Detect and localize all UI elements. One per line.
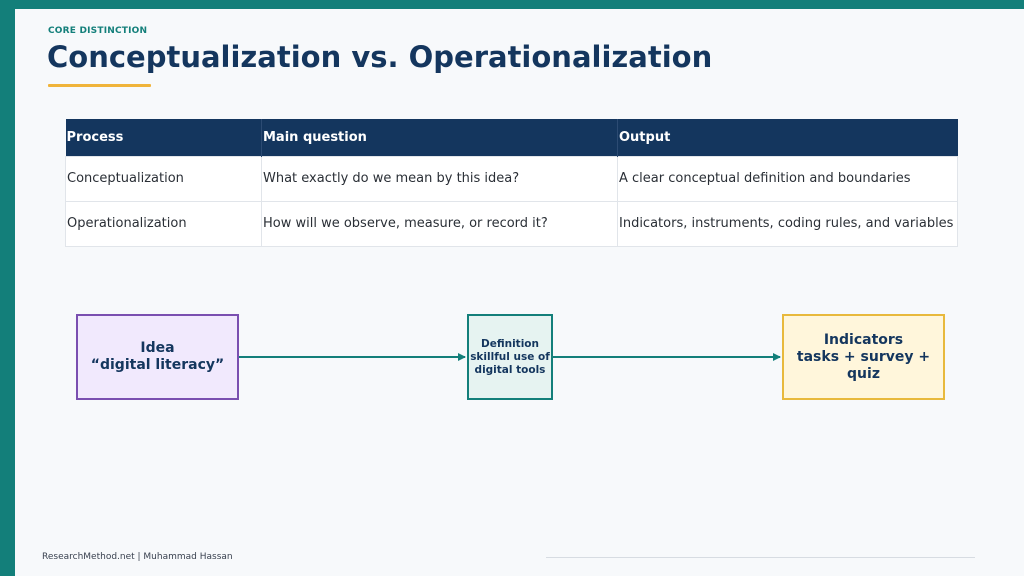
header-process: Process [65, 119, 262, 156]
idea-box: Idea “digital literacy” [76, 314, 239, 400]
idea-term: “digital literacy” [90, 357, 225, 373]
flow-arrows [239, 353, 781, 361]
table-row: Operationalization How will we observe, … [65, 200, 958, 247]
process-table: Process Main question Output Conceptuali… [65, 119, 958, 247]
title-underline [48, 84, 151, 87]
definition-line-3: digital tools [474, 363, 546, 376]
cell-output: A clear conceptual definition and bounda… [617, 155, 958, 202]
cell-main-question: What exactly do we mean by this idea? [261, 155, 618, 202]
table-row: Conceptualization What exactly do we mea… [65, 155, 958, 202]
indicators-title: Indicators [823, 331, 904, 348]
definition-box: Definition skillful use of digital tools [467, 314, 553, 400]
cell-output: Indicators, instruments, coding rules, a… [617, 200, 958, 247]
table-header-row: Process Main question Output [65, 119, 958, 156]
left-accent-bar [0, 0, 15, 576]
indicators-box: Indicators tasks + survey + quiz [782, 314, 945, 400]
header-main-question: Main question [261, 119, 618, 156]
slide-title: Conceptualization vs. Operationalization [47, 40, 713, 74]
cell-process: Operationalization [65, 200, 262, 247]
eyebrow-label: CORE DISTINCTION [48, 26, 148, 36]
indicators-detail: tasks + survey + quiz [796, 348, 931, 382]
header-output: Output [617, 119, 958, 156]
footer-credit: ResearchMethod.net | Muhammad Hassan [42, 552, 233, 562]
cell-main-question: How will we observe, measure, or record … [261, 200, 618, 247]
definition-title: Definition [480, 337, 539, 350]
definition-line-2: skillful use of [470, 350, 550, 363]
footer-divider [546, 557, 975, 558]
top-accent-bar [0, 0, 1024, 9]
idea-title: Idea [140, 340, 175, 356]
cell-process: Conceptualization [65, 155, 262, 202]
